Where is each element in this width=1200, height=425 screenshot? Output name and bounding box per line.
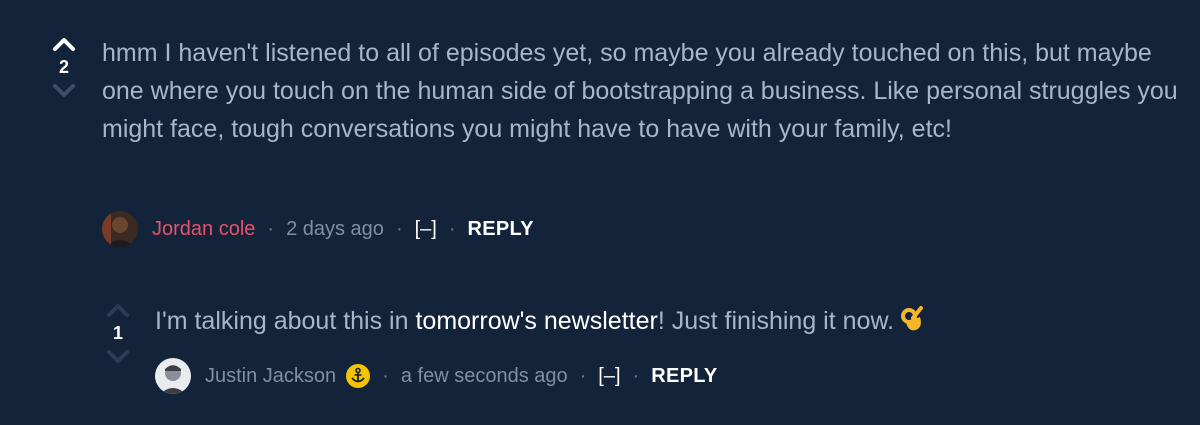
avatar[interactable] — [155, 358, 191, 394]
chevron-down-icon — [107, 350, 129, 363]
separator: · — [382, 364, 389, 387]
separator: · — [267, 217, 275, 240]
downvote-button[interactable] — [50, 82, 78, 100]
separator: · — [579, 364, 587, 387]
upvote-button[interactable] — [104, 302, 132, 320]
author-name[interactable]: Jordan cole — [152, 218, 255, 241]
comment-body: hmm I haven't listened to all of episode… — [102, 39, 1178, 143]
upvote-button[interactable] — [50, 36, 78, 54]
score: 1 — [112, 323, 123, 343]
collapse-button[interactable]: [–] — [415, 218, 437, 241]
comment-meta: Justin Jackson · a few seconds ago · [–]… — [155, 358, 718, 394]
downvote-button[interactable] — [104, 348, 132, 366]
comment: 1 I'm talking about this in tomorrow's n… — [0, 290, 1200, 425]
reply-button[interactable]: REPLY — [468, 218, 534, 241]
timestamp[interactable]: a few seconds ago — [401, 365, 568, 388]
chevron-down-icon — [53, 84, 75, 97]
comment-body: I'm talking about this in tomorrow's new… — [155, 302, 1155, 344]
body-text-end: ! Just finishing it now. — [657, 307, 895, 335]
timestamp[interactable]: 2 days ago — [286, 218, 384, 241]
separator: · — [632, 364, 640, 387]
collapse-button[interactable]: [–] — [598, 365, 620, 388]
chevron-up-icon — [107, 304, 129, 317]
ok-hand-icon — [900, 305, 926, 344]
chevron-up-icon — [53, 38, 75, 51]
newsletter-link[interactable]: tomorrow's newsletter — [415, 307, 657, 335]
comment: 2 hmm I haven't listened to all of episo… — [0, 0, 1200, 260]
vote-column: 1 — [98, 302, 138, 366]
vote-column: 2 — [44, 36, 84, 100]
avatar[interactable] — [102, 211, 138, 247]
author-name[interactable]: Justin Jackson — [205, 365, 336, 388]
separator: · — [448, 217, 456, 240]
comment-meta: Jordan cole · 2 days ago · [–] · REPLY — [102, 211, 534, 247]
reply-button[interactable]: REPLY — [651, 365, 717, 388]
anchor-icon — [346, 364, 371, 388]
body-text-start: I'm talking about this in — [155, 307, 416, 335]
separator: · — [395, 217, 403, 240]
score: 2 — [58, 57, 69, 77]
